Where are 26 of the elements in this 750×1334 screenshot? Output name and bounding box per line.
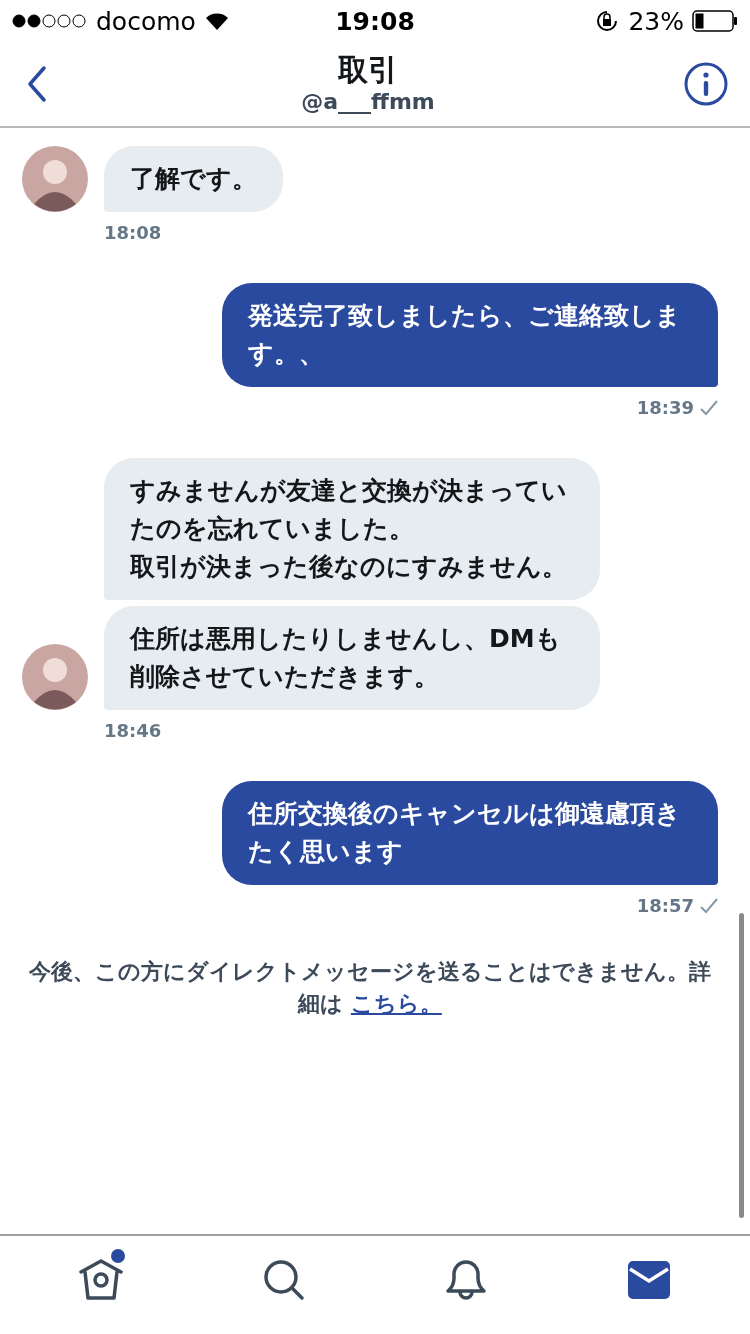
bell-icon <box>445 1258 488 1302</box>
clock-time: 19:08 <box>335 6 415 36</box>
avatar[interactable] <box>22 146 88 212</box>
message-time: 18:46 <box>104 720 162 741</box>
message-time: 18:39 <box>636 397 694 418</box>
envelope-icon <box>627 1261 670 1299</box>
username: @a___ffmm <box>301 88 435 116</box>
message-time: 18:57 <box>636 895 694 916</box>
wifi-icon <box>203 11 230 31</box>
search-icon <box>262 1259 305 1301</box>
details-link[interactable]: こちら。 <box>350 991 442 1016</box>
message-time: 18:08 <box>104 222 162 243</box>
received-message: 住所は悪用したりしませんし、DMも削除させていただきます。 <box>104 606 600 710</box>
sent-message: 発送完了致しましたら、ご連絡致します。、 <box>222 283 718 387</box>
avatar[interactable] <box>22 644 88 710</box>
carrier-name: docomo <box>96 6 196 36</box>
battery-percent: 23% <box>628 6 684 36</box>
battery-icon <box>692 10 738 32</box>
conversation-title: 取引 <box>338 52 398 88</box>
received-message: すみませんが友達と交換が決まっていたのを忘れていました。 取引が決まった後なのにすみません。 <box>104 458 600 600</box>
home-icon <box>78 1258 125 1302</box>
info-button[interactable] <box>684 62 728 106</box>
received-message: 了解です。 <box>104 146 283 212</box>
sent-message: 住所交換後のキャンセルは御遠慮頂きたく思います <box>222 781 718 885</box>
signal-icon <box>12 14 88 28</box>
blocked-notice: 今後、この方にダイレクトメッセージを送ることはできません。詳細は こちら。 <box>28 958 712 1018</box>
